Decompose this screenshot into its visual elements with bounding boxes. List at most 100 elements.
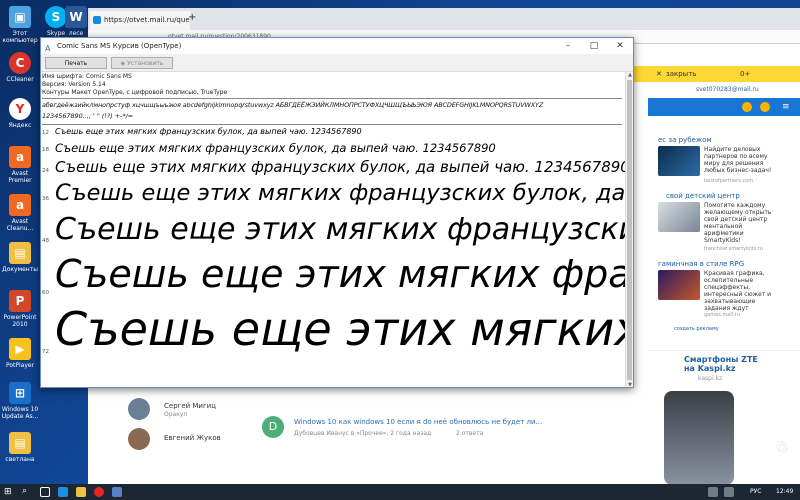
ccleaner-logo-icon: C — [9, 52, 31, 74]
ad-text[interactable]: Найдите деловых партнеров по всему миру … — [704, 146, 774, 174]
smartphone-image — [664, 391, 734, 484]
start-windows-icon[interactable]: ⊞ — [4, 487, 12, 497]
desktop-icon-label: PotPlayer — [5, 362, 35, 369]
zte-ad-source: kaspi.kz — [698, 375, 723, 382]
computer-icon: ▣ — [9, 6, 31, 28]
desktop-icon-label: Этот компьютер — [2, 30, 38, 44]
mail-icon[interactable] — [742, 102, 752, 112]
print-button[interactable]: Печать — [45, 57, 107, 69]
clock[interactable]: 12:49 — [776, 484, 793, 500]
avatar[interactable] — [128, 428, 150, 450]
edge-icon[interactable] — [58, 487, 68, 497]
desktop-icon-label: Яндекс — [8, 122, 32, 129]
sample-size-label: 36 — [42, 196, 49, 202]
charset-line: абвгдеёжзийклмнопрстуф хцчшщъыьэюя abcde… — [42, 101, 544, 109]
menu-icon[interactable]: ≡ — [782, 102, 790, 112]
shield-icon: ◈ — [120, 60, 126, 67]
desktop-icon-label: Документы — [2, 266, 38, 273]
avatar-letter: D — [268, 420, 278, 433]
task-view-icon[interactable] — [40, 487, 50, 497]
windows-update-icon[interactable]: ⊞ Windows 10 Update As... — [0, 382, 40, 420]
question-avatar[interactable]: D — [262, 416, 284, 438]
vertical-scrollbar[interactable]: ▲ ▼ — [625, 72, 633, 387]
mail-ru-favicon-icon — [93, 16, 101, 24]
recycle-bin-icon[interactable]: ♲ Корзина — [764, 436, 800, 467]
ad-image[interactable] — [658, 270, 700, 300]
tray-network-icon[interactable] — [708, 487, 718, 497]
ad-heading[interactable]: свой детский центр — [666, 192, 740, 200]
zte-ad-title[interactable]: Смартфоны ZTE на Kaspi.kz — [684, 355, 764, 373]
sample-text: Съешь еще этих мягких францу — [55, 252, 625, 296]
sample-size-label: 60 — [42, 290, 49, 296]
sample-text: Съешь еще этих мягких французских булок,… — [55, 180, 625, 206]
font-viewer-taskbar-icon[interactable] — [112, 487, 122, 497]
ad-text[interactable]: Красивая графика, ослепительные спецэффе… — [704, 270, 774, 312]
browser-tab[interactable]: https://otvet.mail.ru/que — [90, 11, 190, 30]
sample-text: Съешь еще этих мягких французских булок,… — [55, 127, 362, 136]
create-ad-link[interactable]: создать рекламу — [674, 326, 719, 332]
new-tab-button[interactable]: + — [188, 12, 196, 23]
sample-text: Съешь еще этих мягких французских бул — [55, 212, 625, 247]
font-preview-area: Имя шрифта: Comic Sans MS Версия: Versio… — [41, 72, 625, 387]
documents-icon[interactable]: ▤ Документы — [2, 242, 38, 273]
age-rating: 0+ — [740, 70, 751, 78]
partial-desktop-icon[interactable]: W лесе — [64, 6, 88, 37]
ad-heading[interactable]: ес за рубежом — [658, 136, 712, 144]
answers-count[interactable]: 2 ответа — [456, 430, 483, 437]
potplayer-icon[interactable]: ▶ PotPlayer — [2, 338, 38, 369]
avast-logo-icon: a — [9, 146, 31, 168]
forum-user-name[interactable]: Сергей Мигиц — [164, 402, 216, 410]
forum-user-name[interactable]: Евгений Жуков — [164, 434, 221, 442]
yandex-logo-icon: Y — [9, 98, 31, 120]
folder-icon: ▤ — [9, 242, 31, 264]
windows-logo-icon: ⊞ — [9, 382, 31, 404]
scroll-thumb[interactable] — [627, 80, 632, 380]
language-indicator[interactable]: РУС — [750, 484, 761, 500]
desktop-icon-label: Avast Cleanu... — [6, 218, 34, 232]
this-pc-icon[interactable]: ▣ Этот компьютер — [2, 6, 38, 44]
ccleaner-icon[interactable]: C CCleaner — [2, 52, 38, 83]
sample-size-label: 24 — [42, 168, 49, 174]
folder-icon: ▤ — [9, 432, 31, 454]
ad-image[interactable] — [658, 202, 700, 232]
avatar[interactable] — [128, 398, 150, 420]
tray-volume-icon[interactable] — [724, 487, 734, 497]
scroll-up-icon[interactable]: ▲ — [626, 72, 633, 78]
ad-image[interactable] — [658, 146, 700, 176]
title-bar[interactable]: A Comic Sans MS Курсив (OpenType) – □ ✕ — [41, 38, 633, 54]
sample-text: Съешь еще этих мягких французских булок,… — [55, 158, 625, 176]
avast-premier-icon[interactable]: a Avast Premier — [2, 146, 38, 184]
avast-cleanup-logo-icon: a — [9, 194, 31, 216]
bell-icon[interactable] — [760, 102, 770, 112]
avast-cleanup-icon[interactable]: a Avast Cleanu... — [2, 194, 38, 232]
ad-text[interactable]: Помогите каждому желающему открыть свой … — [704, 202, 774, 244]
yandex-icon[interactable]: Y Яндекс — [2, 98, 38, 129]
toolbar: Печать ◈ Установить — [41, 54, 633, 72]
sample-text: Съешь еще этих мягких французских булок,… — [55, 141, 496, 155]
question-title[interactable]: Windows 10 как windows 10 если я do неё … — [294, 418, 542, 426]
notification-bar: ✕ закрыть 0+ — [632, 66, 800, 82]
user-email[interactable]: svet070283@mail.ru — [696, 82, 759, 98]
desktop-icon-label: Корзина — [768, 460, 796, 467]
svetlana-folder-icon[interactable]: ▤ светлана — [2, 432, 38, 463]
search-icon[interactable]: ⌕ — [22, 486, 27, 496]
ad-heading[interactable]: гаминчная в стиле RPG — [658, 260, 744, 268]
explorer-icon[interactable] — [76, 487, 86, 497]
browser-tab-strip: https://otvet.mail.ru/que + — [88, 8, 800, 30]
scroll-down-icon[interactable]: ▼ — [626, 382, 633, 387]
ad-source: games.mail.ru — [704, 312, 740, 318]
tab-title: https://otvet.mail.ru/que — [104, 16, 190, 24]
close-icon[interactable]: ✕ — [656, 66, 662, 82]
divider — [42, 98, 622, 99]
font-viewer-window: A Comic Sans MS Курсив (OpenType) – □ ✕ … — [40, 37, 634, 388]
minimize-icon[interactable]: – — [555, 38, 581, 54]
mail-toolbar: ≡ — [648, 98, 800, 116]
maximize-icon[interactable]: □ — [581, 38, 607, 54]
powerpoint-icon[interactable]: P PowerPoint 2010 — [2, 290, 38, 328]
close-link[interactable]: закрыть — [666, 66, 696, 82]
ad-source: franchise.smartykids.ru — [704, 246, 764, 252]
yandex-browser-icon[interactable] — [94, 487, 104, 497]
install-button[interactable]: ◈ Установить — [111, 57, 173, 69]
sample-size-label: 18 — [42, 147, 49, 153]
close-icon[interactable]: ✕ — [607, 38, 633, 54]
